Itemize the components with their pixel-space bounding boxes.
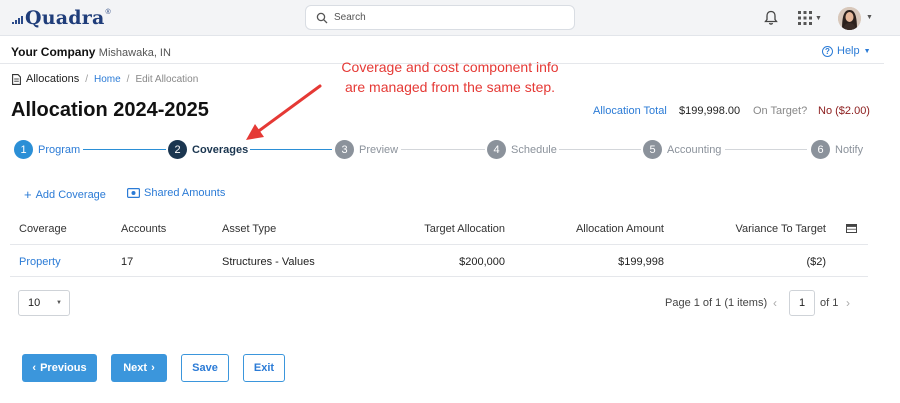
step-label: Notify (835, 143, 864, 156)
pager-total-pages: 1 (832, 297, 839, 309)
search-placeholder: Search (334, 12, 366, 23)
table-row-divider (10, 276, 868, 277)
step-label: Accounting (667, 143, 722, 156)
pager-total: of 1 (820, 297, 838, 309)
page-title: Allocation 2024-2025 (11, 99, 209, 121)
previous-button[interactable]: ‹ Previous (22, 354, 97, 382)
company-name: Your Company (11, 45, 96, 59)
exit-button[interactable]: Exit (243, 354, 285, 382)
step-number: 3 (335, 140, 354, 159)
previous-page-chevron-icon[interactable]: ‹ (773, 296, 777, 310)
shared-amounts-label: Shared Amounts (144, 187, 226, 199)
column-chooser-icon[interactable] (846, 224, 857, 233)
annotation-callout: Coverage and cost component info are man… (318, 57, 582, 97)
allocation-amount-cell: $199,998 (618, 256, 664, 268)
save-button[interactable]: Save (181, 354, 229, 382)
column-header-accounts[interactable]: Accounts (121, 223, 166, 235)
step-number: 5 (643, 140, 662, 159)
breadcrumb-separator: / (126, 73, 130, 85)
step-schedule[interactable]: 4 Schedule (487, 140, 557, 159)
asset-type-cell: Structures - Values (222, 256, 315, 268)
chevron-down-icon: ▼ (815, 14, 822, 22)
pager-of-label: of (820, 297, 830, 309)
avatar[interactable] (838, 7, 861, 30)
breadcrumb-allocations: Allocations (26, 73, 80, 85)
logo-bars-icon (12, 16, 23, 24)
add-coverage-label: Add Coverage (35, 188, 106, 201)
next-label: Next (123, 362, 148, 374)
target-allocation-cell: $200,000 (459, 256, 505, 268)
column-header-coverage[interactable]: Coverage (19, 223, 67, 235)
search-icon (316, 12, 328, 23)
step-connector (401, 149, 485, 150)
allocation-total-link[interactable]: Allocation Total (593, 105, 667, 117)
plus-icon: + (24, 187, 32, 202)
next-button[interactable]: Next › (111, 354, 167, 382)
step-number: 6 (811, 140, 830, 159)
next-page-chevron-icon[interactable]: › (846, 296, 850, 310)
help-menu-button[interactable]: ? Help ▼ (822, 45, 871, 57)
on-target-label: On Target? (753, 105, 808, 117)
step-coverages[interactable]: 2 Coverages (168, 140, 248, 159)
breadcrumb-current: Edit Allocation (135, 73, 199, 85)
step-label: Program (38, 143, 81, 156)
step-number: 4 (487, 140, 506, 159)
step-connector (83, 149, 166, 150)
chevron-right-icon: › (151, 362, 155, 374)
column-header-allocation-amount[interactable]: Allocation Amount (543, 223, 664, 235)
column-header-variance-to-target[interactable]: Variance To Target (696, 223, 826, 235)
step-program[interactable]: 1 Program (14, 140, 80, 159)
shared-amounts-button[interactable]: Shared Amounts (127, 187, 225, 199)
column-header-asset-type[interactable]: Asset Type (222, 223, 276, 235)
step-notify[interactable]: 6 Notify (811, 140, 863, 159)
pager-info: Page 1 of 1 (1 items) (665, 297, 768, 309)
user-avatar-icon (838, 7, 861, 30)
logo-trademark: ® (105, 9, 111, 16)
help-icon: ? (822, 45, 833, 57)
company-info: Your Company Mishawaka, IN (11, 45, 171, 59)
add-coverage-button[interactable]: + Add Coverage (24, 187, 106, 202)
step-accounting[interactable]: 5 Accounting (643, 140, 721, 159)
current-page-input[interactable]: 1 (789, 290, 815, 316)
step-label: Schedule (511, 143, 557, 156)
breadcrumb-separator: / (85, 73, 88, 85)
annotation-line-2: are managed from the same step. (344, 79, 556, 95)
logo-text: Quadra (25, 7, 105, 29)
annotation-line-1: Coverage and cost component info (341, 59, 559, 75)
previous-label: Previous (40, 362, 87, 374)
coverage-link-property[interactable]: Property (19, 256, 61, 268)
apps-grid-icon (798, 11, 812, 25)
on-target-value: No ($2.00) (818, 105, 870, 117)
step-number: 1 (14, 140, 33, 159)
top-bar: Quadra ® Search ▼ ▼ (0, 0, 900, 36)
step-label: Preview (359, 143, 399, 156)
chevron-down-icon[interactable]: ▼ (866, 14, 873, 21)
document-icon (12, 73, 21, 85)
search-input[interactable]: Search (305, 5, 575, 30)
allocation-total-value: $199,998.00 (679, 105, 741, 117)
apps-menu-button[interactable]: ▼ (798, 11, 822, 25)
help-label: Help (837, 45, 860, 57)
step-number: 2 (168, 140, 187, 159)
chevron-down-icon: ▼ (863, 47, 871, 55)
company-location: Mishawaka, IN (98, 47, 171, 59)
column-header-target-allocation[interactable]: Target Allocation (384, 223, 505, 235)
variance-to-target-cell: ($2) (806, 256, 826, 268)
chevron-left-icon: ‹ (32, 362, 37, 374)
step-preview[interactable]: 3 Preview (335, 140, 398, 159)
chevron-down-icon: ▼ (56, 300, 62, 306)
page-size-select[interactable]: 10 ▼ (18, 290, 70, 316)
table-header-divider (10, 244, 868, 245)
step-connector (250, 149, 332, 150)
money-icon (127, 188, 140, 198)
bell-icon[interactable] (764, 10, 778, 26)
accounts-cell: 17 (121, 256, 134, 268)
step-connector (559, 149, 641, 150)
page-size-value: 10 (28, 297, 41, 309)
step-connector (725, 149, 807, 150)
breadcrumb-home-link[interactable]: Home (94, 74, 121, 85)
quadra-logo[interactable]: Quadra ® (12, 7, 111, 29)
breadcrumb: Allocations / Home / Edit Allocation (12, 73, 198, 85)
step-label: Coverages (192, 143, 249, 156)
